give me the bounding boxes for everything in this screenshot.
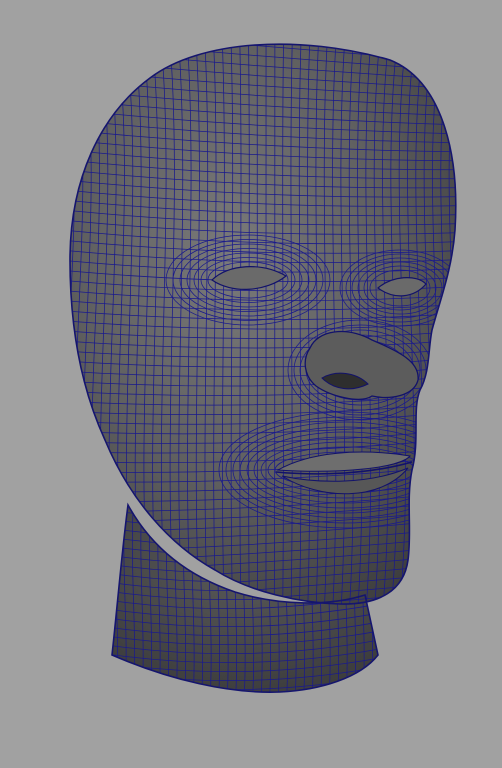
3d-viewport[interactable] [0,0,502,768]
viewport-canvas[interactable] [0,0,502,768]
